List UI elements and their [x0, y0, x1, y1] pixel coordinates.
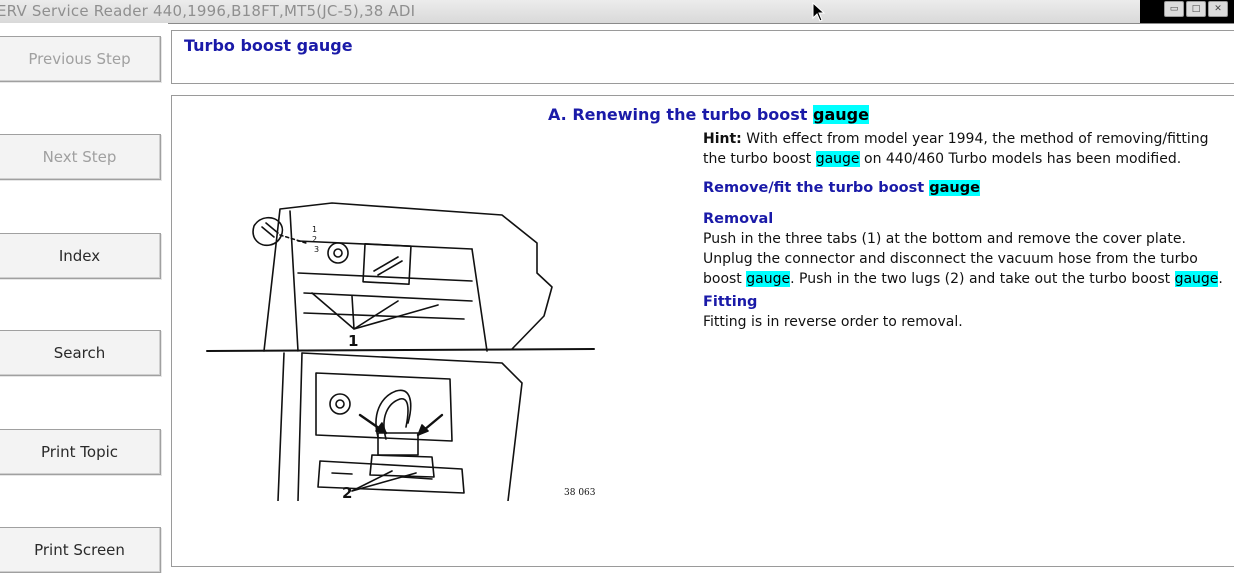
print-screen-button[interactable]: Print Screen — [0, 527, 161, 573]
search-button[interactable]: Search — [0, 330, 161, 376]
hint-label: Hint: — [703, 131, 742, 147]
search-highlight: gauge — [815, 151, 860, 167]
callout-2: 2 — [342, 484, 352, 501]
removal-paragraph: Push in the three tabs (1) at the bottom… — [703, 229, 1228, 289]
title-bar: ERV Service Reader 440,1996,B18FT,MT5(JC… — [0, 0, 1234, 24]
position-label-1: 1 — [312, 225, 317, 234]
section-title: A. Renewing the turbo boost gauge — [548, 105, 869, 124]
callout-1: 1 — [348, 332, 358, 350]
next-step-button[interactable]: Next Step — [0, 134, 161, 180]
search-highlight: gauge — [813, 105, 869, 124]
index-button[interactable]: Index — [0, 233, 161, 279]
turbo-gauge-illustration: 1 2 3 1 2 38 063 — [206, 202, 596, 501]
article-pane[interactable]: A. Renewing the turbo boost gauge Hint: … — [171, 95, 1234, 567]
position-label-3: 3 — [314, 245, 319, 254]
removal-heading: Removal — [703, 211, 774, 227]
close-icon[interactable]: ✕ — [1208, 1, 1228, 17]
maximize-icon[interactable]: □ — [1186, 1, 1206, 17]
mouse-cursor-icon — [812, 2, 826, 22]
search-highlight: gauge — [1174, 271, 1219, 287]
subtitle-text: Remove/fit the turbo boost — [703, 180, 930, 196]
fitting-text: Fitting is in reverse order to removal. — [703, 314, 963, 330]
fitting-heading: Fitting — [703, 294, 758, 310]
search-highlight: gauge — [746, 271, 791, 287]
window-controls: ▭ □ ✕ — [1140, 0, 1234, 23]
sidebar: Previous Step Next Step Index Search Pri… — [0, 23, 168, 573]
topic-title: Turbo boost gauge — [184, 36, 353, 55]
removal-text-end: . — [1218, 271, 1223, 287]
previous-step-button[interactable]: Previous Step — [0, 36, 161, 82]
topic-header: Turbo boost gauge — [171, 30, 1234, 84]
window-title: ERV Service Reader 440,1996,B18FT,MT5(JC… — [0, 2, 416, 20]
removal-text-mid: . Push in the two lugs (2) and take out … — [790, 271, 1175, 287]
minimize-icon[interactable]: ▭ — [1164, 1, 1184, 17]
position-label-2: 2 — [312, 235, 317, 244]
search-highlight: gauge — [929, 180, 980, 196]
figure-reference: 38 063 — [564, 488, 596, 498]
article-text: Hint: With effect from model year 1994, … — [703, 129, 1228, 332]
hint-paragraph: Hint: With effect from model year 1994, … — [703, 129, 1228, 169]
section-title-text: A. Renewing the turbo boost — [548, 105, 814, 124]
hint-text-end: on 440/460 Turbo models has been modifie… — [859, 151, 1182, 167]
subtitle: Remove/fit the turbo boost gauge — [703, 178, 1228, 198]
print-topic-button[interactable]: Print Topic — [0, 429, 161, 475]
